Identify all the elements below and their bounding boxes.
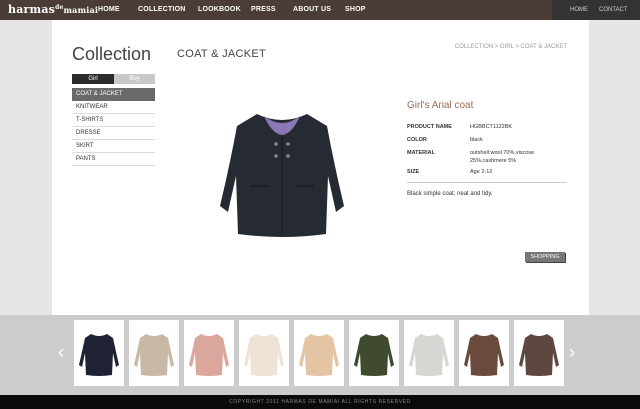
nav-lookbook[interactable]: LOOKBOOK xyxy=(198,6,241,13)
content-panel: Collection Girl Boy COAT & JACKET KNITWE… xyxy=(52,20,589,315)
tab-girl[interactable]: Girl xyxy=(72,74,114,84)
category-coat-jacket[interactable]: COAT & JACKET xyxy=(72,88,155,101)
thumbnail-item[interactable] xyxy=(459,320,509,386)
breadcrumb[interactable]: COLLECTION > GIRL > COAT & JACKET xyxy=(455,44,567,50)
footer: COPYRIGHT 2011 HARMAS DE MAMIAI ALL RIGH… xyxy=(0,395,640,409)
thumbnail-item[interactable] xyxy=(294,320,344,386)
shopping-button[interactable]: SHOPPING xyxy=(525,252,565,262)
coat-thumbnail-image xyxy=(464,334,504,376)
coat-thumbnail-image xyxy=(409,334,449,376)
spec-value: black xyxy=(470,137,483,143)
category-pants[interactable]: PANTS xyxy=(72,153,155,166)
product-description: Black simple coat; neat and tidy. xyxy=(407,191,493,197)
category-knitwear[interactable]: KNITWEAR xyxy=(72,101,155,114)
coat-thumbnail-image xyxy=(354,334,394,376)
spec-divider xyxy=(407,182,567,183)
utility-nav: HOME CONTACT xyxy=(552,0,640,20)
copyright-text: COPYRIGHT 2011 HARMAS DE MAMIAI ALL RIGH… xyxy=(229,399,411,405)
thumbnail-item[interactable] xyxy=(74,320,124,386)
spec-value: Age 2-12 xyxy=(470,169,493,175)
chevron-left-icon[interactable]: ‹ xyxy=(58,342,68,362)
coat-thumbnail-image xyxy=(299,334,339,376)
sidebar-title: Collection xyxy=(72,44,152,64)
category-t-shirts[interactable]: T-SHIRTS xyxy=(72,114,155,127)
util-home-link[interactable]: HOME xyxy=(570,7,588,13)
page-title: COAT & JACKET xyxy=(177,48,267,60)
thumbnail-item[interactable] xyxy=(129,320,179,386)
thumbnail-item[interactable] xyxy=(349,320,399,386)
category-skirt[interactable]: SKIRT xyxy=(72,140,155,153)
util-contact-link[interactable]: CONTACT xyxy=(599,7,628,13)
logo-sub-text: mamiai xyxy=(63,5,99,15)
nav-about-us[interactable]: ABOUT US xyxy=(293,6,331,13)
thumbnail-item[interactable] xyxy=(514,320,564,386)
logo-brand-text: harmas xyxy=(8,3,56,16)
spec-value: HGBBCT1122BK xyxy=(470,124,513,130)
tab-boy[interactable]: Boy xyxy=(114,74,155,84)
thumbnail-item[interactable] xyxy=(239,320,289,386)
nav-shop[interactable]: SHOP xyxy=(345,6,366,13)
coat-thumbnail-image xyxy=(519,334,559,376)
product-image xyxy=(220,114,344,237)
spec-label: MATERIAL xyxy=(407,150,436,156)
spec-value: outshell:wool 70%,viscose 25%,cashmere 5… xyxy=(470,150,535,164)
coat-thumbnail-image xyxy=(189,334,229,376)
thumbnail-item[interactable] xyxy=(404,320,454,386)
logo-sup-text: de xyxy=(55,4,64,11)
nav-collection[interactable]: COLLECTION xyxy=(138,6,186,13)
coat-thumbnail-image xyxy=(79,334,119,376)
gender-tabs: Girl Boy xyxy=(72,74,155,84)
nav-press[interactable]: PRESS xyxy=(251,6,276,13)
top-nav-bar: harmasdemamiai HOME COLLECTION LOOKBOOK … xyxy=(0,0,640,20)
nav-home[interactable]: HOME xyxy=(98,6,120,13)
product-name: Girl's Arial coat xyxy=(407,100,474,111)
chevron-right-icon[interactable]: › xyxy=(569,342,579,362)
spec-label: COLOR xyxy=(407,137,427,143)
thumbnail-item[interactable] xyxy=(184,320,234,386)
coat-thumbnail-image xyxy=(134,334,174,376)
brand-logo[interactable]: harmasdemamiai xyxy=(8,3,98,16)
spec-label: SIZE xyxy=(407,169,420,175)
category-dresse[interactable]: DRESSE xyxy=(72,127,155,140)
coat-thumbnail-image xyxy=(244,334,284,376)
spec-label: PRODUCT NAME xyxy=(407,124,452,130)
